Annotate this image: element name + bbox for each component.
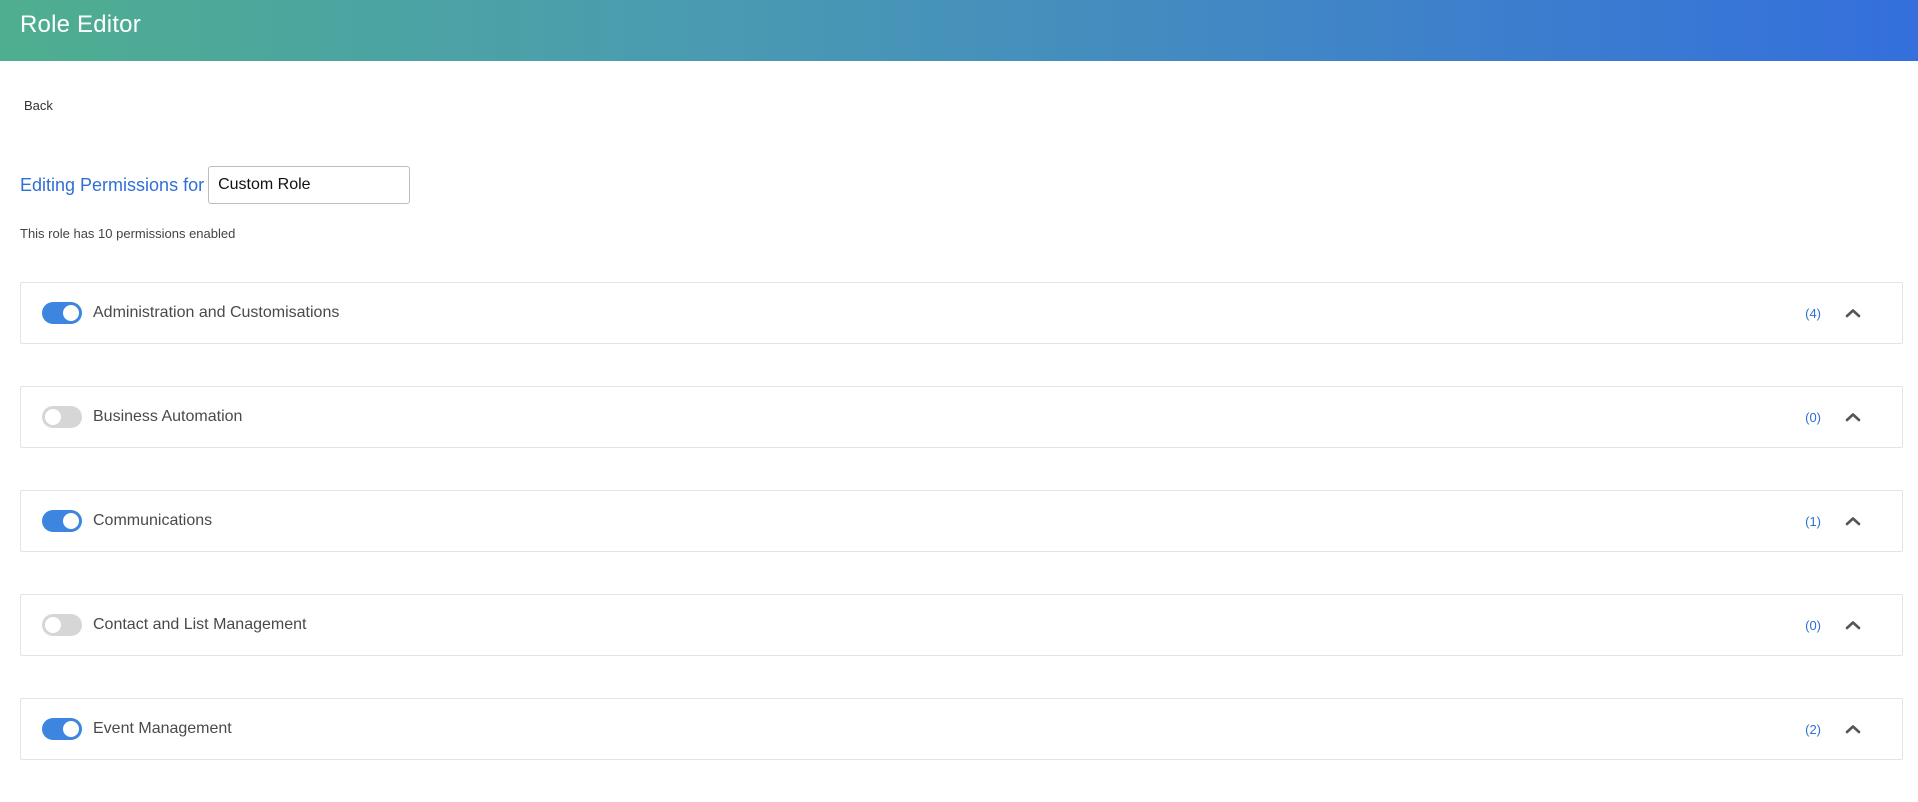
permission-count: (2) bbox=[1805, 721, 1821, 737]
chevron-up-icon[interactable] bbox=[1844, 408, 1862, 426]
editing-row: Editing Permissions for bbox=[20, 166, 411, 204]
chevron-up-icon[interactable] bbox=[1844, 304, 1862, 322]
toggle-knob bbox=[63, 513, 79, 529]
permission-group: Contact and List Management (0) bbox=[20, 594, 1903, 656]
permissions-summary: This role has 10 permissions enabled bbox=[20, 226, 236, 241]
permission-group-name: Communications bbox=[93, 512, 213, 529]
permission-count: (0) bbox=[1805, 617, 1821, 633]
permission-toggle[interactable] bbox=[42, 406, 82, 428]
chevron-up-icon[interactable] bbox=[1844, 512, 1862, 530]
permission-group: Communications (1) bbox=[20, 490, 1903, 552]
permission-group: Business Automation (0) bbox=[20, 386, 1903, 448]
permission-count: (0) bbox=[1805, 409, 1821, 425]
permission-group: Administration and Customisations (4) bbox=[20, 282, 1903, 344]
permission-count: (4) bbox=[1805, 305, 1821, 321]
permission-group-name: Contact and List Management bbox=[93, 616, 307, 633]
permission-toggle[interactable] bbox=[42, 718, 82, 740]
permission-count: (1) bbox=[1805, 513, 1821, 529]
app-header: Role Editor bbox=[0, 0, 1918, 61]
editing-label: Editing Permissions for bbox=[20, 174, 205, 195]
toggle-knob bbox=[63, 721, 79, 737]
toggle-knob bbox=[45, 617, 61, 633]
toggle-knob bbox=[63, 305, 79, 321]
role-name-input[interactable] bbox=[208, 166, 411, 204]
toggle-knob bbox=[45, 409, 61, 425]
chevron-up-icon[interactable] bbox=[1844, 616, 1862, 634]
page-title: Role Editor bbox=[20, 11, 141, 38]
permission-toggle[interactable] bbox=[42, 510, 82, 532]
chevron-up-icon[interactable] bbox=[1844, 720, 1862, 738]
permission-group: Event Management (2) bbox=[20, 698, 1903, 760]
permission-toggle[interactable] bbox=[42, 302, 82, 324]
permission-toggle[interactable] bbox=[42, 614, 82, 636]
back-link[interactable]: Back bbox=[24, 98, 53, 113]
permission-group-name: Event Management bbox=[93, 720, 232, 737]
permission-group-name: Administration and Customisations bbox=[93, 304, 340, 321]
permission-list: Administration and Customisations (4) Bu… bbox=[20, 282, 1903, 802]
permission-group-name: Business Automation bbox=[93, 408, 243, 425]
